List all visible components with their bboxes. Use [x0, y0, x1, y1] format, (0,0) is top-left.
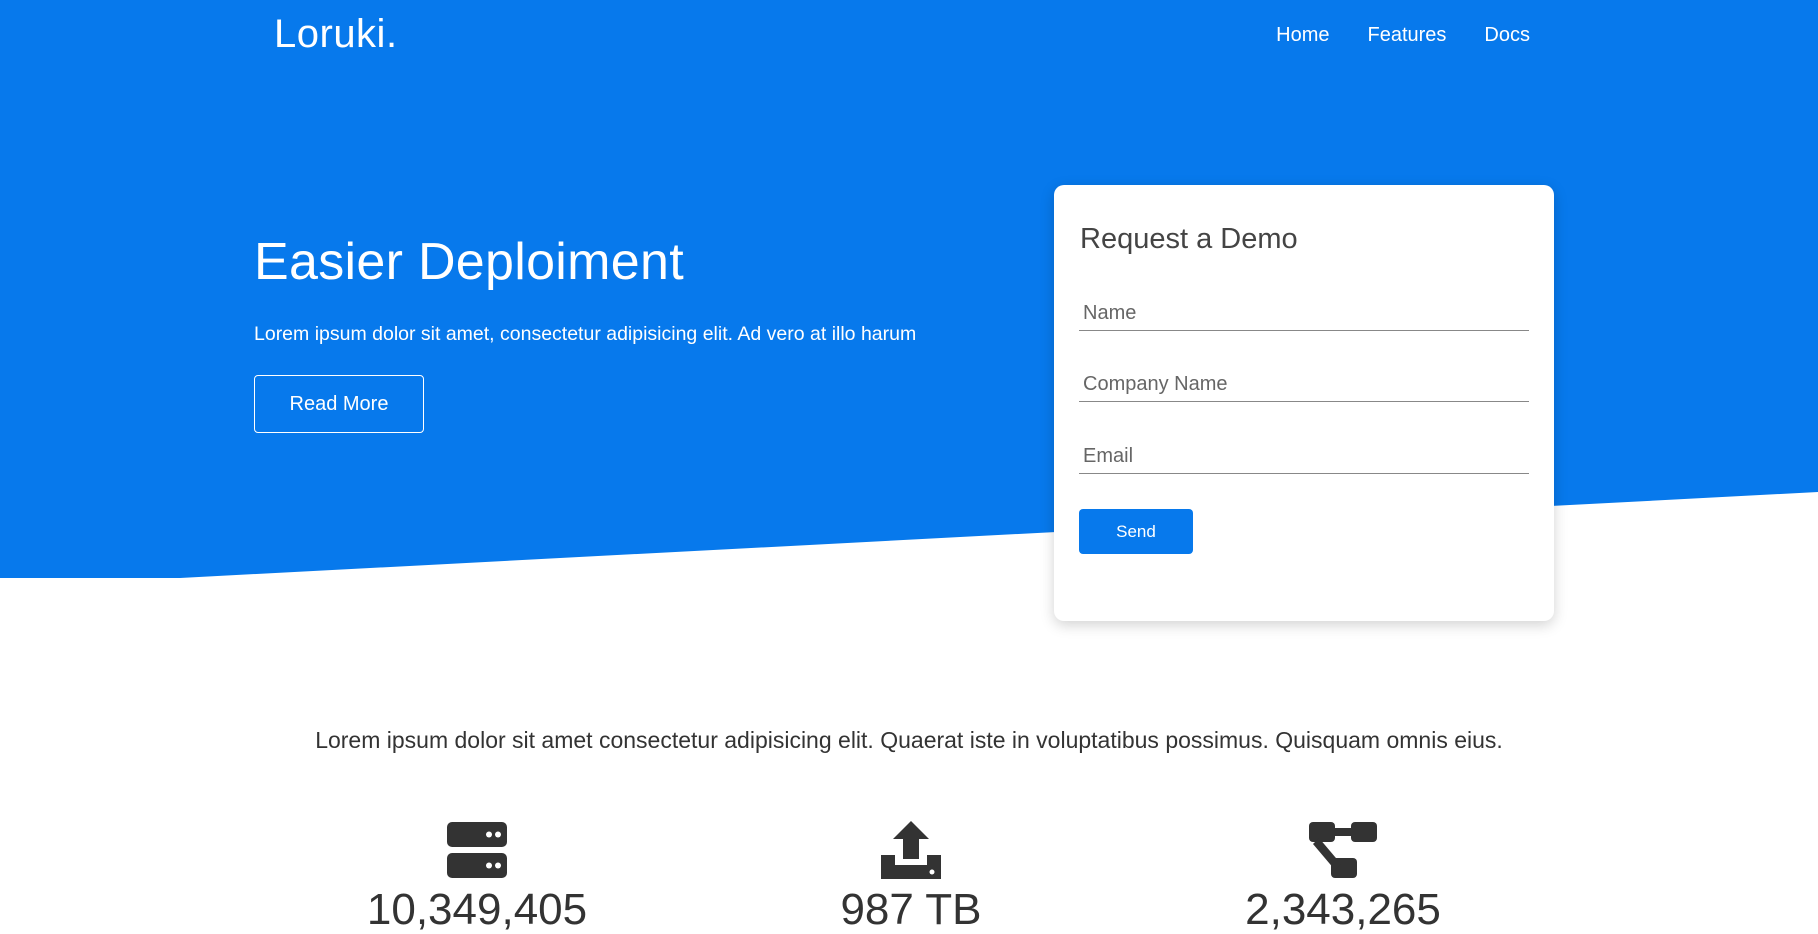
nav-item-home[interactable]: Home	[1276, 24, 1329, 47]
network-icon	[1309, 822, 1377, 878]
read-more-button[interactable]: Read More	[254, 375, 424, 433]
nav-item-features[interactable]: Features	[1367, 24, 1446, 47]
stats-intro: Lorem ipsum dolor sit amet consectetur a…	[315, 727, 1503, 753]
logo[interactable]: Loruki.	[274, 12, 398, 57]
upload-icon	[881, 821, 941, 879]
send-button[interactable]: Send	[1079, 509, 1193, 554]
hero-title: Easier Deploiment	[254, 233, 684, 291]
company-name-input[interactable]	[1079, 368, 1529, 402]
nav-item-docs[interactable]: Docs	[1484, 24, 1530, 47]
stat-value: 10,349,405	[366, 885, 588, 934]
request-demo-title: Request a Demo	[1080, 223, 1298, 255]
server-icon	[447, 822, 507, 878]
name-input[interactable]	[1079, 297, 1529, 331]
main-nav: Home Features Docs	[1276, 24, 1530, 47]
request-demo-card: Request a Demo Send	[1054, 185, 1554, 621]
stat-servers: 10,349,405	[327, 818, 627, 932]
stat-connections: 2,343,265	[1193, 818, 1493, 932]
hero-subtitle: Lorem ipsum dolor sit amet, consectetur …	[254, 323, 917, 345]
stat-value: 987 TB	[840, 885, 982, 934]
email-input[interactable]	[1079, 440, 1529, 474]
stat-value: 2,343,265	[1245, 885, 1441, 934]
stat-storage: 987 TB	[761, 818, 1061, 932]
